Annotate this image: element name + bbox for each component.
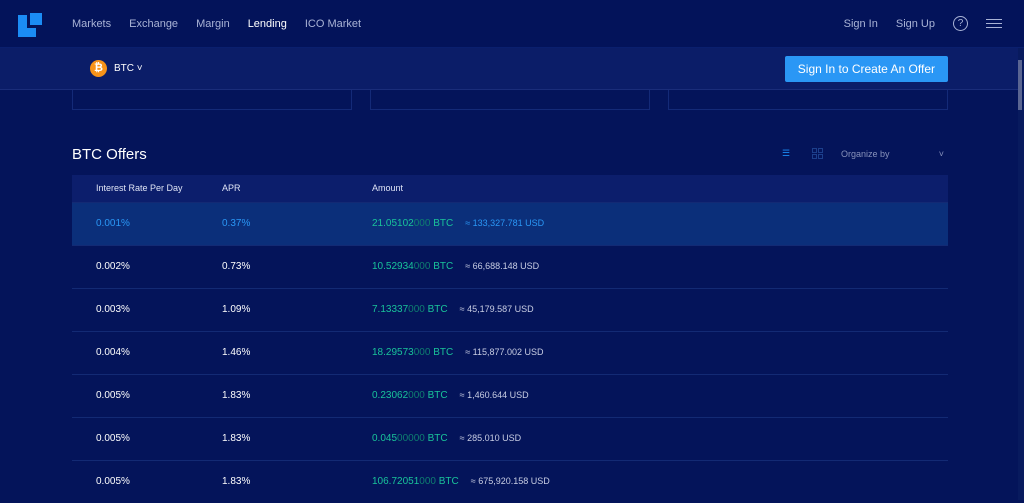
amount-zeros: 000 <box>413 347 431 358</box>
sign-up-link[interactable]: Sign Up <box>896 18 935 30</box>
summary-card <box>370 90 650 110</box>
usd-value: ≈ 285.010 USD <box>459 433 522 443</box>
rate: 0.003% <box>72 287 222 331</box>
amount-zeros: 000 <box>413 218 431 229</box>
col-apr[interactable]: APR <box>222 175 372 202</box>
rate: 0.005% <box>72 459 222 503</box>
amount-zeros: 000 <box>419 476 436 488</box>
amount-unit: BTC <box>427 433 448 444</box>
amount-unit: BTC <box>427 390 448 401</box>
table-row[interactable]: 0.005% 1.83% 0.04500000 BTC ≈ 285.010 USD <box>72 416 948 460</box>
scrollbar[interactable] <box>1018 48 1024 500</box>
sign-in-link[interactable]: Sign In <box>844 18 878 30</box>
apr: 1.83% <box>222 373 372 417</box>
amount: 0.04500000 BTC ≈ 285.010 USD <box>372 416 948 460</box>
amount-value: 0.23062 <box>372 390 409 401</box>
amount-value: 7.13337 <box>372 304 409 315</box>
organize-by-dropdown[interactable]: Organize by ˅ <box>841 149 944 159</box>
amount-unit: BTC <box>438 476 459 488</box>
coin-label: BTC <box>114 63 134 74</box>
help-icon[interactable]: ? <box>953 16 968 31</box>
apr: 1.46% <box>222 330 372 374</box>
summary-card <box>668 90 948 110</box>
rate: 0.001% <box>72 201 222 245</box>
nav-ico-market[interactable]: ICO Market <box>305 18 361 30</box>
table-row[interactable]: 0.005% 1.83% 106.72051000 BTC ≈ 675,920.1… <box>72 459 948 503</box>
amount-unit: BTC <box>433 261 454 272</box>
amount-unit: BTC <box>433 347 454 358</box>
grid-view-icon[interactable] <box>812 148 823 159</box>
col-rate[interactable]: Interest Rate Per Day <box>72 175 222 202</box>
summary-card <box>72 90 352 110</box>
amount: 0.23062000 BTC ≈ 1,460.644 USD <box>372 373 948 417</box>
nav-markets[interactable]: Markets <box>72 18 111 30</box>
apr: 0.37% <box>222 201 372 245</box>
organize-label: Organize by <box>841 148 890 159</box>
amount-value: 21.05102 <box>372 218 414 229</box>
offers-title: BTC Offers <box>72 146 147 163</box>
amount: 10.52934000 BTC ≈ 66,688.148 USD <box>372 244 948 288</box>
amount-value: 18.29573 <box>372 347 414 358</box>
rate: 0.005% <box>72 416 222 460</box>
nav-exchange[interactable]: Exchange <box>129 18 178 30</box>
table-row[interactable]: 0.005% 1.83% 0.23062000 BTC ≈ 1,460.644 U… <box>72 373 948 417</box>
summary-cards <box>0 90 1024 110</box>
amount: 18.29573000 BTC ≈ 115,877.002 USD <box>372 330 948 374</box>
usd-value: ≈ 133,327.781 USD <box>465 218 545 228</box>
usd-value: ≈ 1,460.644 USD <box>459 390 529 400</box>
offers-table: Interest Rate Per Day APR Amount 0.001% … <box>72 175 948 503</box>
amount-value: 10.52934 <box>372 261 414 272</box>
rate: 0.005% <box>72 373 222 417</box>
usd-value: ≈ 45,179.587 USD <box>459 304 534 314</box>
amount-zeros: 00000 <box>397 433 425 444</box>
rate: 0.004% <box>72 330 222 374</box>
top-nav: Markets Exchange Margin Lending ICO Mark… <box>0 0 1024 48</box>
list-view-icon[interactable]: ☰ <box>782 148 794 159</box>
amount-zeros: 000 <box>408 304 425 315</box>
table-row[interactable]: 0.002% 0.73% 10.52934000 BTC ≈ 66,688.148… <box>72 244 948 288</box>
amount: 7.13337000 BTC ≈ 45,179.587 USD <box>372 287 948 331</box>
usd-value: ≈ 675,920.158 USD <box>470 476 550 487</box>
apr: 1.83% <box>222 459 372 503</box>
amount-unit: BTC <box>427 304 448 315</box>
nav-lending[interactable]: Lending <box>248 18 287 30</box>
usd-value: ≈ 115,877.002 USD <box>465 347 544 357</box>
menu-icon[interactable] <box>986 16 1002 31</box>
table-row[interactable]: 0.004% 1.46% 18.29573000 BTC ≈ 115,877.00… <box>72 330 948 374</box>
nav-margin[interactable]: Margin <box>196 18 230 30</box>
usd-value: ≈ 66,688.148 USD <box>465 261 540 271</box>
logo-icon[interactable] <box>18 10 45 37</box>
amount-zeros: 000 <box>408 390 425 401</box>
amount: 21.05102000 BTC ≈ 133,327.781 USD <box>372 201 948 245</box>
rate: 0.002% <box>72 244 222 288</box>
amount-unit: BTC <box>433 218 454 229</box>
create-offer-button[interactable]: Sign In to Create An Offer <box>784 55 948 82</box>
amount: 106.72051000 BTC ≈ 675,920.158 USD <box>372 459 948 503</box>
table-row[interactable]: 0.001% 0.37% 21.05102000 BTC ≈ 133,327.78… <box>72 201 948 245</box>
table-row[interactable]: 0.003% 1.09% 7.13337000 BTC ≈ 45,179.587 … <box>72 287 948 331</box>
chevron-down-icon: ˅ <box>938 148 944 159</box>
bitcoin-icon: ₿ <box>90 60 107 77</box>
amount-zeros: 000 <box>413 261 431 272</box>
apr: 0.73% <box>222 244 372 288</box>
amount-value: 106.72051 <box>372 476 420 488</box>
apr: 1.83% <box>222 416 372 460</box>
apr: 1.09% <box>222 287 372 331</box>
coin-selector[interactable]: BTC ˅ <box>114 63 143 74</box>
col-amount[interactable]: Amount <box>372 175 948 202</box>
amount-value: 0.045 <box>372 433 398 444</box>
sub-header: ₿ BTC ˅ Sign In to Create An Offer <box>0 48 1024 90</box>
